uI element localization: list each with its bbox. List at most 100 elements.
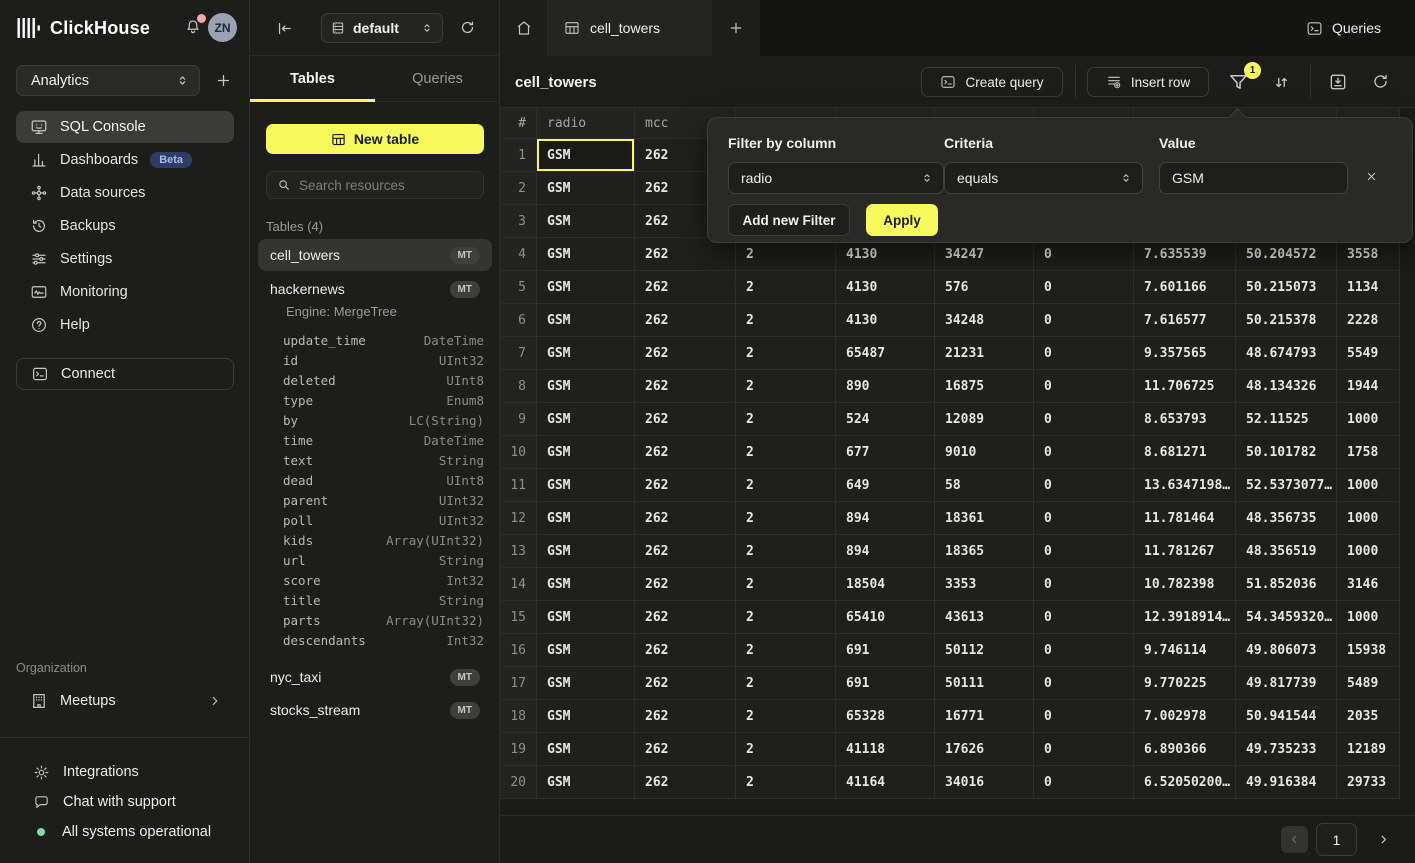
- cell[interactable]: 48.134326: [1236, 370, 1337, 403]
- cell[interactable]: 2: [736, 667, 836, 700]
- cell[interactable]: 649: [836, 469, 935, 502]
- add-filter-button[interactable]: Add new Filter: [728, 204, 850, 236]
- cell[interactable]: 262: [635, 271, 736, 304]
- table-item-stocks-stream[interactable]: stocks_stream MT: [258, 694, 492, 726]
- avatar[interactable]: ZN: [208, 13, 237, 42]
- cell[interactable]: 1000: [1337, 535, 1400, 568]
- cell[interactable]: 7.002978: [1134, 700, 1236, 733]
- integrations-link[interactable]: Integrations: [33, 760, 139, 784]
- table-item-hackernews[interactable]: hackernews MT: [258, 273, 492, 305]
- sidebar-item-help[interactable]: Help: [16, 309, 234, 341]
- cell[interactable]: 13.6347198…: [1134, 469, 1236, 502]
- cell[interactable]: 48.356735: [1236, 502, 1337, 535]
- row-number[interactable]: 20: [500, 766, 537, 799]
- cell[interactable]: 49.817739: [1236, 667, 1337, 700]
- cell[interactable]: 50.215073: [1236, 271, 1337, 304]
- cell[interactable]: 11.781464: [1134, 502, 1236, 535]
- tab-queries[interactable]: Queries: [375, 56, 500, 101]
- cell[interactable]: 2: [736, 337, 836, 370]
- cell[interactable]: 1000: [1337, 469, 1400, 502]
- cell[interactable]: 3353: [935, 568, 1034, 601]
- row-number[interactable]: 18: [500, 700, 537, 733]
- cell[interactable]: 65328: [836, 700, 935, 733]
- cell[interactable]: 49.735233: [1236, 733, 1337, 766]
- cell[interactable]: 0: [1034, 337, 1134, 370]
- workspace-select[interactable]: Analytics: [16, 65, 200, 96]
- cell[interactable]: GSM: [537, 304, 635, 337]
- cell[interactable]: 2: [736, 304, 836, 337]
- apply-filter-button[interactable]: Apply: [866, 204, 938, 236]
- cell[interactable]: 2: [736, 700, 836, 733]
- cell[interactable]: GSM: [537, 172, 635, 205]
- cell[interactable]: 3146: [1337, 568, 1400, 601]
- cell[interactable]: 262: [635, 502, 736, 535]
- home-tab[interactable]: [500, 0, 548, 56]
- cell[interactable]: 15938: [1337, 634, 1400, 667]
- cell[interactable]: 18365: [935, 535, 1034, 568]
- row-number[interactable]: 4: [500, 238, 537, 271]
- queries-button[interactable]: Queries: [1306, 14, 1381, 42]
- cell[interactable]: GSM: [537, 766, 635, 799]
- cell[interactable]: 0: [1034, 304, 1134, 337]
- new-table-button[interactable]: New table: [266, 124, 484, 154]
- sidebar-item-dashboards[interactable]: Dashboards Beta: [16, 144, 234, 176]
- cell[interactable]: 262: [635, 370, 736, 403]
- cell[interactable]: 2: [736, 535, 836, 568]
- cell[interactable]: 894: [836, 502, 935, 535]
- chat-support-link[interactable]: Chat with support: [33, 790, 176, 814]
- cell[interactable]: 0: [1034, 700, 1134, 733]
- table-item-cell-towers[interactable]: cell_towers MT: [258, 239, 492, 271]
- cell[interactable]: 5549: [1337, 337, 1400, 370]
- close-icon[interactable]: [1365, 170, 1378, 183]
- cell[interactable]: 41164: [836, 766, 935, 799]
- cell[interactable]: GSM: [537, 667, 635, 700]
- column-header[interactable]: radio: [537, 108, 635, 139]
- sidebar-item-settings[interactable]: Settings: [16, 243, 234, 275]
- cell[interactable]: GSM: [537, 502, 635, 535]
- cell[interactable]: GSM: [537, 205, 635, 238]
- cell[interactable]: 0: [1034, 403, 1134, 436]
- cell[interactable]: 262: [635, 766, 736, 799]
- cell[interactable]: 2: [736, 733, 836, 766]
- cell[interactable]: 4130: [836, 271, 935, 304]
- cell[interactable]: 0: [1034, 271, 1134, 304]
- cell[interactable]: GSM: [537, 139, 635, 172]
- row-number[interactable]: 11: [500, 469, 537, 502]
- cell[interactable]: 9.770225: [1134, 667, 1236, 700]
- cell[interactable]: 0: [1034, 502, 1134, 535]
- connect-button[interactable]: Connect: [16, 358, 234, 390]
- cell[interactable]: 34248: [935, 304, 1034, 337]
- cell[interactable]: 2: [736, 601, 836, 634]
- download-icon[interactable]: [1328, 72, 1348, 92]
- cell[interactable]: 52.11525: [1236, 403, 1337, 436]
- cell[interactable]: 890: [836, 370, 935, 403]
- cell[interactable]: 2: [736, 766, 836, 799]
- cell[interactable]: 50112: [935, 634, 1034, 667]
- cell[interactable]: 2228: [1337, 304, 1400, 337]
- cell[interactable]: 43613: [935, 601, 1034, 634]
- cell[interactable]: 262: [635, 535, 736, 568]
- row-number[interactable]: 5: [500, 271, 537, 304]
- row-number[interactable]: 3: [500, 205, 537, 238]
- cell[interactable]: 12.3918914…: [1134, 601, 1236, 634]
- row-number[interactable]: 8: [500, 370, 537, 403]
- cell[interactable]: 0: [1034, 733, 1134, 766]
- cell[interactable]: 524: [836, 403, 935, 436]
- cell[interactable]: 11.781267: [1134, 535, 1236, 568]
- cell[interactable]: 17626: [935, 733, 1034, 766]
- cell[interactable]: 0: [1034, 370, 1134, 403]
- database-select[interactable]: default: [321, 13, 443, 43]
- cell[interactable]: 1944: [1337, 370, 1400, 403]
- cell[interactable]: 48.674793: [1236, 337, 1337, 370]
- cell[interactable]: GSM: [537, 337, 635, 370]
- cell[interactable]: GSM: [537, 535, 635, 568]
- cell[interactable]: 2: [736, 502, 836, 535]
- cell[interactable]: 691: [836, 667, 935, 700]
- cell[interactable]: 4130: [836, 304, 935, 337]
- cell[interactable]: 677: [836, 436, 935, 469]
- table-item-nyc-taxi[interactable]: nyc_taxi MT: [258, 661, 492, 693]
- cell[interactable]: 16771: [935, 700, 1034, 733]
- cell[interactable]: 262: [635, 733, 736, 766]
- row-number[interactable]: 13: [500, 535, 537, 568]
- row-number[interactable]: 12: [500, 502, 537, 535]
